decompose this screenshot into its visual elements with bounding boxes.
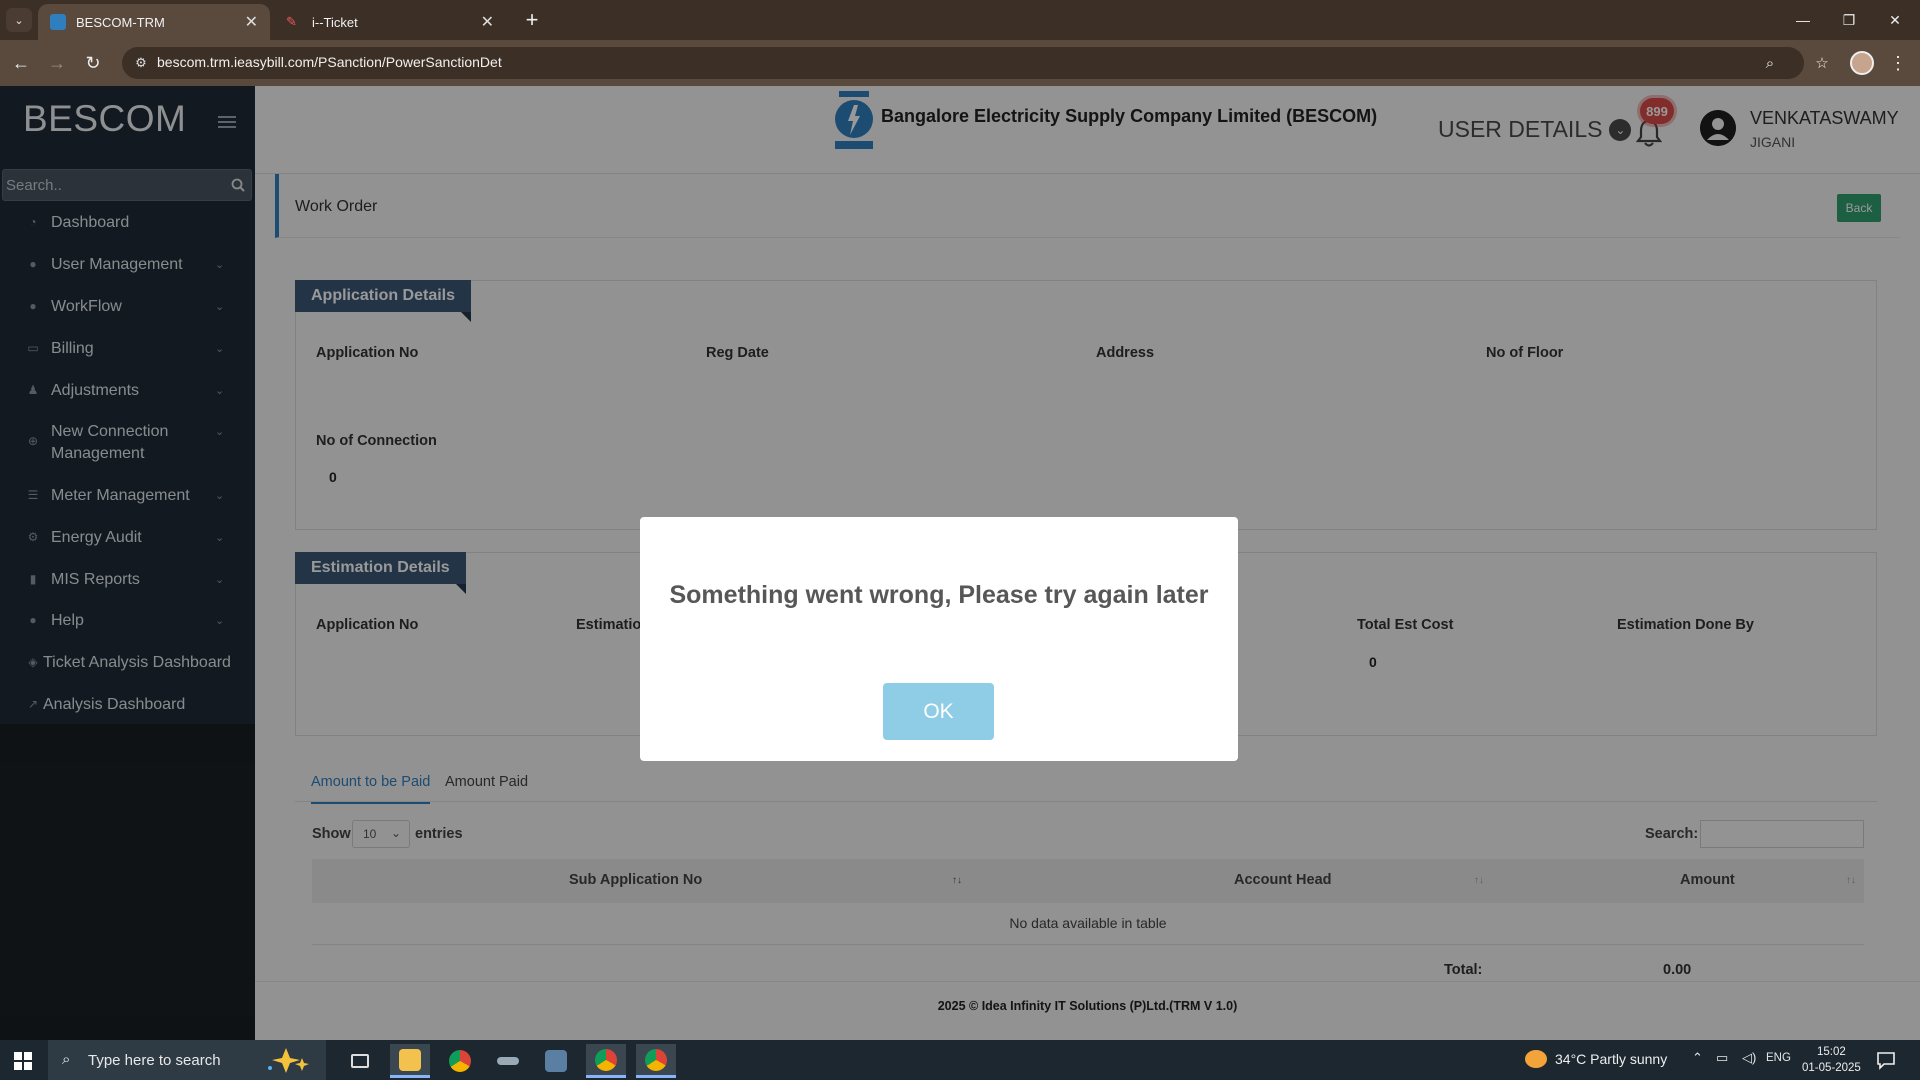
reload-icon[interactable]: ↻ [80,50,106,76]
error-dialog: Something went wrong, Please try again l… [640,517,1238,761]
forward-arrow-icon[interactable]: → [44,50,70,76]
taskbar-clock[interactable]: 15:02 01-05-2025 [1802,1044,1861,1076]
partly-sunny-icon [1525,1050,1547,1068]
clock-date: 01-05-2025 [1802,1062,1861,1074]
chrome-profile-button[interactable] [636,1044,676,1078]
language-indicator[interactable]: ENG [1766,1052,1791,1064]
browser-tab-strip: ⌄ BESCOM-TRM ✕ ✎ i--Ticket ✕ + — ❐ ✕ [0,0,1920,40]
chrome-icon [595,1048,617,1071]
back-arrow-icon[interactable]: ← [8,50,34,76]
windows-start-icon[interactable] [14,1052,32,1070]
chrome-button[interactable] [440,1044,480,1078]
tab-search-button[interactable]: ⌄ [6,8,32,32]
calculator-icon [545,1050,567,1072]
profile-avatar[interactable] [1850,51,1874,75]
tab-title: BESCOM-TRM [76,14,165,30]
chrome-icon [645,1048,667,1071]
network-icon[interactable]: ▭ [1716,1050,1728,1066]
browser-menu-icon[interactable]: ⋮ [1886,50,1910,76]
bescom-favicon-icon [50,14,66,30]
modal-overlay[interactable]: Something went wrong, Please try again l… [0,86,1920,1040]
url-text: bescom.trm.ieasybill.com/PSanction/Power… [157,54,502,70]
bookmark-star-icon[interactable]: ☆ [1812,53,1832,73]
weather-widget[interactable]: 34°C Partly sunny [1525,1050,1667,1068]
restore-button[interactable]: ❐ [1826,0,1872,40]
browser-toolbar: ← → ↻ ⚙ bescom.trm.ieasybill.com/PSancti… [0,40,1920,86]
chrome-icon [449,1050,471,1072]
ok-button[interactable]: OK [883,683,994,740]
weather-text: 34°C Partly sunny [1555,1051,1668,1067]
taskbar-search-placeholder: Type here to search [88,1052,221,1069]
browser-tab-bescom[interactable]: BESCOM-TRM ✕ [38,4,270,40]
iticket-favicon-icon: ✎ [286,14,297,29]
zoom-icon[interactable]: ⌕ [1760,53,1780,73]
task-view-button[interactable] [340,1044,380,1078]
copilot-sparkle-icon[interactable] [262,1046,320,1074]
close-tab-icon[interactable]: ✕ [245,12,258,32]
windows-taskbar: ⌕ Type here to search 34°C Partly sunny … [0,1040,1920,1080]
chevron-up-icon[interactable]: ⌃ [1692,1050,1703,1066]
tab-title: i--Ticket [312,14,358,30]
wing-app-icon [497,1057,519,1065]
task-view-icon [351,1054,369,1068]
search-icon: ⌕ [62,1051,71,1068]
minimize-button[interactable]: — [1780,0,1826,40]
calculator-button[interactable] [536,1044,576,1078]
address-bar[interactable]: ⚙ bescom.trm.ieasybill.com/PSanction/Pow… [122,47,1829,79]
notification-center-icon[interactable] [1876,1050,1896,1070]
site-info-icon[interactable]: ⚙ [132,54,150,72]
new-tab-button[interactable]: + [518,6,546,34]
folder-icon [399,1048,421,1071]
close-window-button[interactable]: ✕ [1872,0,1918,40]
chrome-profile-button[interactable] [586,1044,626,1078]
volume-icon[interactable]: ◁) [1742,1050,1756,1066]
error-message: Something went wrong, Please try again l… [669,581,1209,609]
close-tab-icon[interactable]: ✕ [481,12,494,32]
clock-time: 15:02 [1817,1046,1846,1058]
app-button[interactable] [488,1044,528,1078]
file-explorer-button[interactable] [390,1044,430,1078]
browser-tab-iticket[interactable]: ✎ i--Ticket ✕ [274,4,506,40]
